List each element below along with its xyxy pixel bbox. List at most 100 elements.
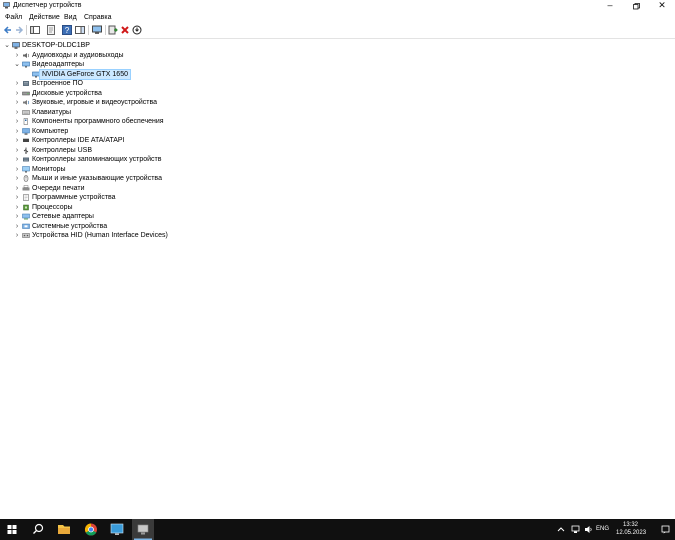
tree-category[interactable]: › Контроллеры USB	[0, 146, 670, 155]
tree-category[interactable]: › Звуковые, игровые и видеоустройства	[0, 98, 670, 107]
computer-root-icon	[12, 42, 20, 49]
expand-chevron-icon[interactable]: ›	[13, 136, 21, 145]
action-pane-icon[interactable]	[75, 25, 85, 35]
expand-chevron-icon[interactable]: ›	[13, 51, 21, 60]
tree-item-label: Процессоры	[32, 203, 73, 211]
tree-category[interactable]: › Дисковые устройства	[0, 89, 670, 98]
tree-device-item[interactable]: NVIDIA GeForce GTX 1650	[0, 68, 670, 80]
expand-chevron-icon[interactable]: ›	[13, 146, 21, 155]
expand-chevron-icon[interactable]: ›	[13, 203, 21, 212]
help-icon[interactable]: ?	[62, 25, 72, 35]
remote-desktop-icon[interactable]	[106, 519, 128, 540]
system-device-icon	[22, 223, 30, 229]
network-adapter-icon	[22, 213, 30, 220]
file-explorer-icon[interactable]	[53, 519, 75, 540]
device-manager-icon	[3, 2, 10, 9]
tree-item-label: Компьютер	[32, 127, 69, 135]
tree-item-label: Встроенное ПО	[32, 80, 83, 87]
tree-category[interactable]: › Компьютер	[0, 127, 670, 136]
device-manager-icon[interactable]	[132, 519, 154, 540]
network-icon[interactable]	[571, 525, 580, 534]
expand-chevron-icon[interactable]: ›	[13, 231, 21, 240]
expand-chevron-icon[interactable]: ›	[13, 193, 21, 202]
expand-chevron-icon[interactable]: ›	[13, 98, 21, 107]
tree-item-label: Устройства HID (Human Interface Devices)	[32, 232, 168, 239]
disable-device-icon[interactable]	[132, 25, 142, 35]
audio-io-icon	[23, 52, 30, 58]
clock-date[interactable]: 12.05.2023	[616, 530, 646, 537]
expand-chevron-icon[interactable]: ›	[13, 165, 21, 174]
expand-chevron-icon[interactable]: ›	[13, 79, 21, 88]
tree-category[interactable]: › Сетевые адаптеры	[0, 212, 670, 221]
chrome-icon[interactable]	[80, 519, 102, 540]
toolbar-separator	[105, 25, 106, 35]
tree-item-label: Звуковые, игровые и видеоустройства	[32, 99, 158, 106]
tree-category[interactable]: › Контроллеры IDE ATA/ATAPI	[0, 136, 670, 145]
tree-item-label: Контроллеры USB	[32, 146, 92, 154]
tree-category[interactable]: ⌄ Видеоадаптеры	[0, 60, 670, 69]
minimize-button[interactable]: –	[597, 0, 623, 12]
show-hide-console-tree-icon[interactable]	[30, 25, 40, 35]
menu-help[interactable]: Справка	[84, 13, 111, 22]
window-title: Диспетчер устройств	[13, 2, 82, 9]
expand-chevron-icon[interactable]: ›	[13, 222, 21, 231]
update-driver-icon[interactable]	[108, 25, 118, 35]
toolbar: ?	[0, 23, 675, 37]
expand-chevron-icon[interactable]: ›	[13, 127, 21, 136]
expand-chevron-icon[interactable]: ›	[13, 155, 21, 164]
back-icon[interactable]	[3, 25, 13, 35]
show-hidden-icons-icon[interactable]	[557, 526, 565, 533]
device-tree[interactable]: ⌄ DESKTOP-DLDC1BP › Аудиовходы и аудиовыход…	[0, 38, 675, 520]
expand-chevron-icon[interactable]: ›	[13, 212, 21, 221]
collapse-chevron-icon[interactable]: ⌄	[13, 60, 21, 69]
language-indicator[interactable]: ENG	[596, 526, 609, 533]
properties-icon[interactable]	[46, 25, 56, 35]
maximize-button[interactable]	[623, 0, 649, 12]
menu-view[interactable]: Вид	[64, 13, 77, 22]
tree-category[interactable]: › Встроенное ПО	[0, 79, 670, 88]
forward-icon[interactable]	[14, 25, 24, 35]
menu-file[interactable]: Файл	[5, 13, 22, 22]
tree-root[interactable]: ⌄ DESKTOP-DLDC1BP	[0, 41, 670, 50]
start-icon[interactable]	[1, 519, 23, 540]
tree-category[interactable]: › Мониторы	[0, 165, 670, 174]
notifications-icon[interactable]	[661, 525, 670, 534]
tree-category[interactable]: › Контроллеры запоминающих устройств	[0, 155, 670, 164]
expand-chevron-icon[interactable]: ›	[13, 184, 21, 193]
tree-item-label: Клавиатуры	[32, 108, 72, 116]
tree-category[interactable]: › Программные устройства	[0, 193, 670, 202]
taskbar: ENG 13:32 12.05.2023	[0, 519, 675, 540]
volume-icon[interactable]	[584, 525, 593, 534]
tree-item-label: Мониторы	[32, 165, 66, 173]
tree-item-label: Дисковые устройства	[32, 89, 102, 97]
uninstall-device-icon[interactable]	[120, 25, 130, 35]
expand-chevron-icon[interactable]: ›	[13, 89, 21, 98]
tree-category[interactable]: › Системные устройства	[0, 222, 670, 231]
collapse-chevron-icon[interactable]: ⌄	[3, 41, 11, 50]
tree-item-label: Контроллеры IDE ATA/ATAPI	[32, 137, 125, 144]
tree-item-label: Видеоадаптеры	[32, 61, 85, 68]
tree-item-label: Компоненты программного обеспечения	[32, 118, 164, 125]
close-button[interactable]: ✕	[649, 0, 675, 12]
software-device-icon	[23, 194, 29, 201]
search-icon[interactable]	[27, 519, 49, 540]
print-queue-icon	[22, 184, 30, 190]
tree-category[interactable]: › Аудиовходы и аудиовыходы	[0, 51, 670, 60]
tree-category[interactable]: › Мыши и иные указывающие устройства	[0, 174, 670, 183]
tree-item-label: Аудиовходы и аудиовыходы	[32, 51, 124, 59]
tree-item-label: DESKTOP-DLDC1BP	[22, 42, 90, 49]
tree-category[interactable]: › Очереди печати	[0, 184, 670, 193]
expand-chevron-icon[interactable]: ›	[13, 174, 21, 183]
clock-time[interactable]: 13:32	[623, 522, 638, 529]
menu-action[interactable]: Действие	[29, 13, 60, 22]
tree-category[interactable]: › Устройства HID (Human Interface Devices…	[0, 231, 670, 240]
tree-category[interactable]: › Процессоры	[0, 203, 670, 212]
expand-chevron-icon[interactable]: ›	[13, 108, 21, 117]
tree-item-label: NVIDIA GeForce GTX 1650	[39, 68, 131, 80]
monitor-icon	[22, 165, 30, 172]
scan-hardware-icon[interactable]	[92, 25, 102, 35]
tree-category[interactable]: › Клавиатуры	[0, 108, 670, 117]
tree-category[interactable]: › Компоненты программного обеспечения	[0, 117, 670, 126]
svg-text:?: ?	[65, 26, 70, 35]
expand-chevron-icon[interactable]: ›	[13, 117, 21, 126]
